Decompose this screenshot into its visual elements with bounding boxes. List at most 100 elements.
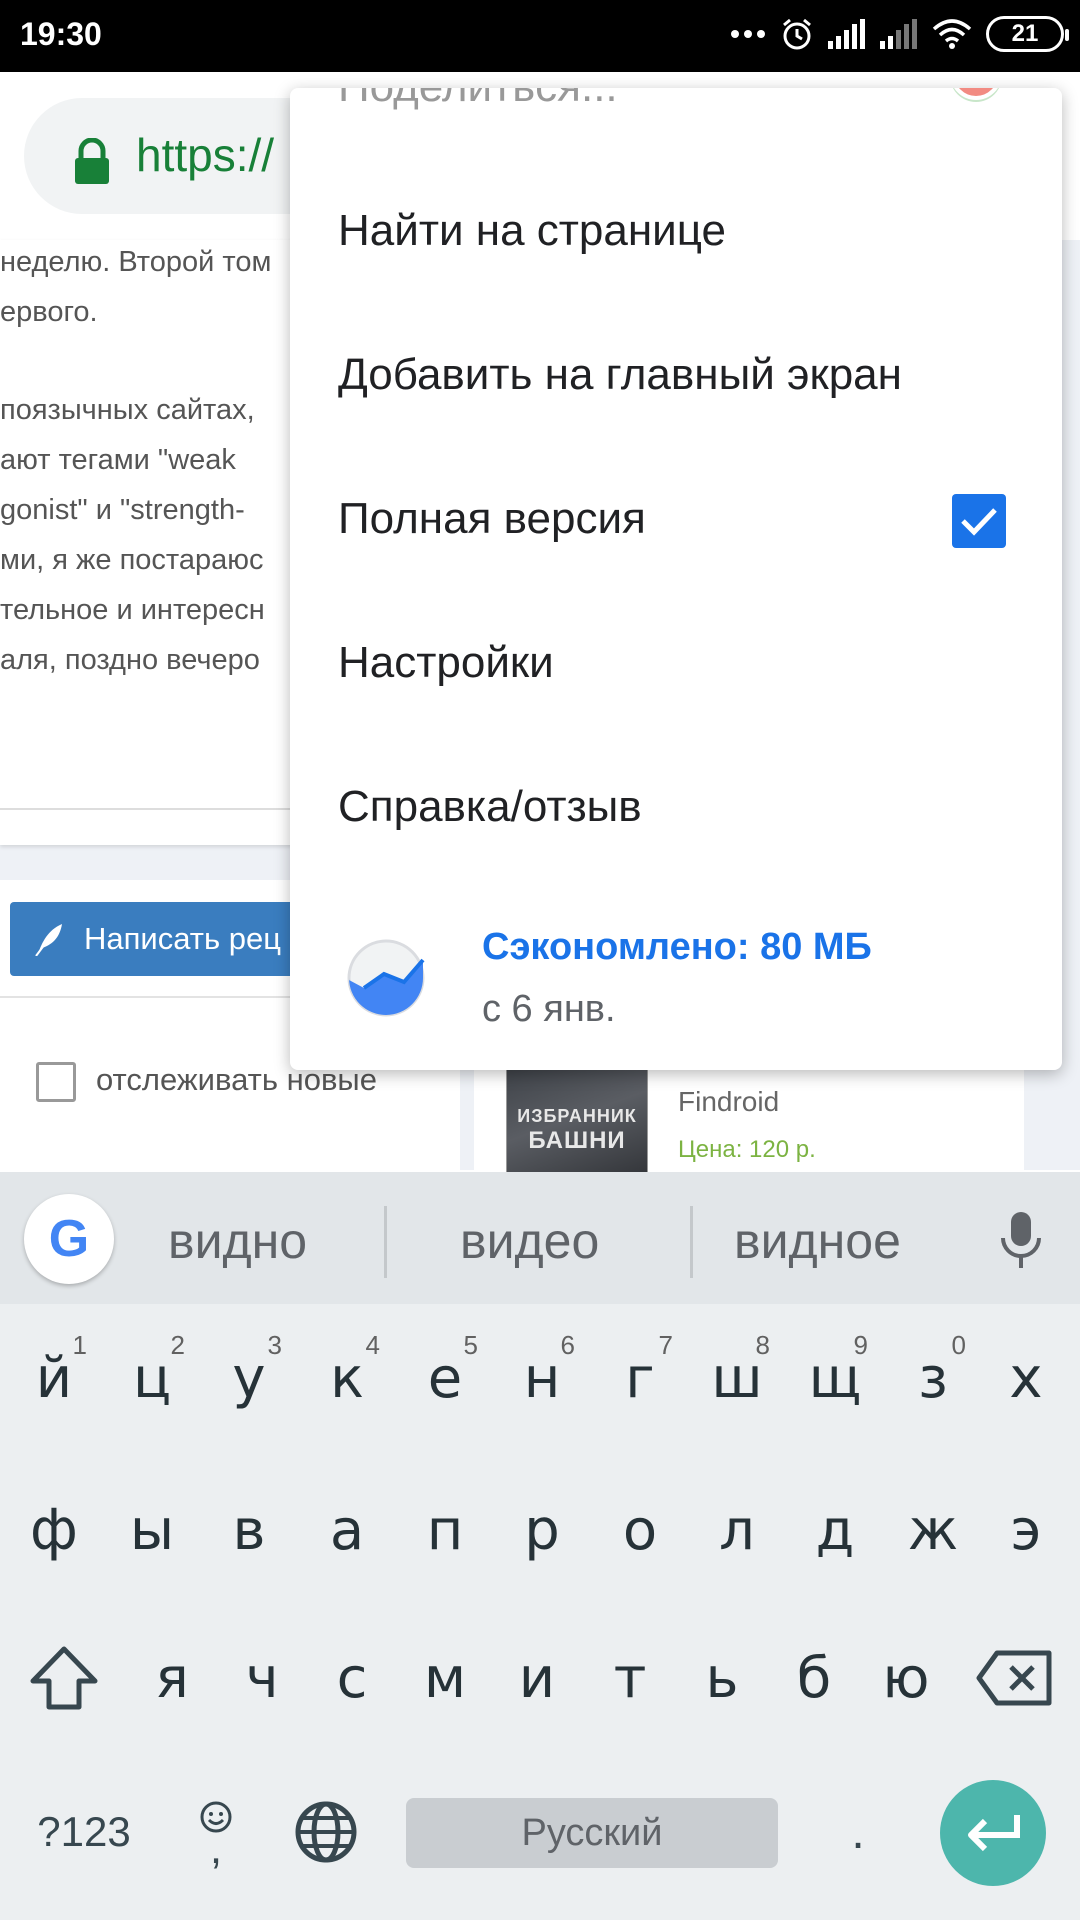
google-icon[interactable]: G — [24, 1194, 114, 1284]
space-label: Русский — [521, 1811, 663, 1854]
key-hint: 2 — [170, 1330, 185, 1360]
key-е[interactable]: е5 — [396, 1308, 494, 1448]
alarm-icon — [783, 18, 811, 50]
key-з[interactable]: з0 — [884, 1308, 982, 1448]
google-letter: G — [48, 1210, 90, 1268]
key-ц[interactable]: ц2 — [103, 1308, 201, 1448]
article-line: ают тегами "weak — [0, 444, 236, 476]
key-label: ф — [30, 1497, 78, 1563]
share-app-icon — [950, 88, 1002, 100]
key-у[interactable]: у3 — [200, 1308, 298, 1448]
key-label: я — [155, 1645, 189, 1711]
enter-key[interactable] — [940, 1780, 1046, 1886]
checkmark-icon — [961, 508, 997, 536]
key-г[interactable]: г7 — [591, 1308, 689, 1448]
desktop-site-checkbox[interactable] — [952, 494, 1006, 548]
period-key[interactable]: . — [818, 1772, 898, 1892]
language-key[interactable] — [276, 1772, 376, 1892]
key-я[interactable]: я — [123, 1608, 221, 1748]
key-б[interactable]: б — [765, 1608, 863, 1748]
battery-level: 21 — [1011, 20, 1039, 47]
suggestion-3[interactable]: видное — [734, 1212, 901, 1270]
key-label: п — [426, 1497, 464, 1563]
data-saved-since: с 6 янв. — [482, 988, 616, 1030]
key-х[interactable]: х — [977, 1308, 1075, 1448]
key-label: о — [622, 1497, 658, 1563]
key-label: к — [330, 1345, 364, 1411]
shift-key[interactable] — [14, 1608, 114, 1748]
book-price: Цена: 120 р. — [678, 1136, 816, 1163]
data-saver-icon — [347, 939, 425, 1017]
status-bar: 19:30 21 — [0, 0, 1080, 72]
menu-item-help-feedback[interactable]: Справка/отзыв — [338, 782, 642, 832]
menu-item-add-to-home[interactable]: Добавить на главный экран — [338, 350, 902, 400]
symbols-key[interactable]: ?123 — [14, 1772, 154, 1892]
key-в[interactable]: в — [200, 1460, 298, 1600]
microphone-icon[interactable] — [1000, 1210, 1042, 1270]
key-label: л — [719, 1497, 755, 1563]
key-label: й — [35, 1345, 73, 1411]
wifi-icon — [932, 19, 972, 49]
book-cover-line: БАШНИ — [528, 1127, 626, 1154]
signal-icon — [828, 19, 865, 49]
menu-item-share[interactable]: Поделиться... — [338, 88, 618, 112]
key-label: ч — [245, 1645, 279, 1711]
key-label: ы — [129, 1497, 175, 1563]
key-label: ь — [705, 1645, 739, 1711]
url-text[interactable]: https:// — [136, 128, 274, 182]
key-hint: 5 — [463, 1330, 478, 1360]
comma-emoji-key[interactable]: , — [176, 1772, 256, 1892]
key-к[interactable]: к4 — [298, 1308, 396, 1448]
key-ь[interactable]: ь — [673, 1608, 771, 1748]
key-с[interactable]: с — [303, 1608, 401, 1748]
article-line: тельное и интересн — [0, 594, 265, 626]
key-label: в — [232, 1497, 266, 1563]
key-н[interactable]: н6 — [493, 1308, 591, 1448]
backspace-icon — [976, 1650, 1052, 1706]
key-ж[interactable]: ж — [884, 1460, 982, 1600]
menu-item-find-in-page[interactable]: Найти на странице — [338, 206, 726, 256]
key-л[interactable]: л — [688, 1460, 786, 1600]
period-label: . — [851, 1805, 865, 1859]
write-review-label: Написать рец — [84, 921, 281, 956]
article-line: ервого. — [0, 296, 98, 328]
key-ш[interactable]: ш8 — [688, 1308, 786, 1448]
key-ч[interactable]: ч — [213, 1608, 311, 1748]
key-label: у — [232, 1345, 266, 1411]
key-й[interactable]: й1 — [5, 1308, 103, 1448]
key-т[interactable]: т — [581, 1608, 679, 1748]
key-о[interactable]: о — [591, 1460, 689, 1600]
book-cover-line: ИЗБРАННИК — [517, 1106, 637, 1126]
key-р[interactable]: р — [493, 1460, 591, 1600]
divider — [690, 1206, 693, 1278]
status-icons: 21 — [730, 16, 1069, 52]
key-label: с — [336, 1645, 368, 1711]
book-author[interactable]: Findroid — [678, 1086, 779, 1118]
key-д[interactable]: д — [786, 1460, 884, 1600]
key-п[interactable]: п — [396, 1460, 494, 1600]
more-dots-icon — [731, 30, 765, 38]
key-щ[interactable]: щ9 — [786, 1308, 884, 1448]
key-а[interactable]: а — [298, 1460, 396, 1600]
menu-item-settings[interactable]: Настройки — [338, 638, 554, 688]
key-ы[interactable]: ы — [103, 1460, 201, 1600]
battery-icon: 21 — [986, 16, 1069, 52]
key-ю[interactable]: ю — [857, 1608, 955, 1748]
data-saved-title[interactable]: Сэкономлено: 80 МБ — [482, 926, 872, 969]
key-label: т — [613, 1645, 647, 1711]
track-checkbox[interactable] — [36, 1062, 76, 1102]
enter-icon — [968, 1815, 1020, 1852]
space-key[interactable]: Русский — [406, 1798, 778, 1868]
key-label: ж — [907, 1497, 959, 1563]
menu-item-desktop-site[interactable]: Полная версия — [338, 494, 646, 544]
key-э[interactable]: э — [977, 1460, 1075, 1600]
backspace-key[interactable] — [960, 1608, 1070, 1748]
key-м[interactable]: м — [396, 1608, 494, 1748]
key-hint: 7 — [658, 1330, 673, 1360]
key-ф[interactable]: ф — [5, 1460, 103, 1600]
feather-icon — [35, 924, 62, 956]
suggestion-1[interactable]: видно — [168, 1212, 307, 1270]
suggestion-2[interactable]: видео — [460, 1212, 599, 1270]
key-hint: 6 — [560, 1330, 575, 1360]
key-и[interactable]: и — [488, 1608, 586, 1748]
